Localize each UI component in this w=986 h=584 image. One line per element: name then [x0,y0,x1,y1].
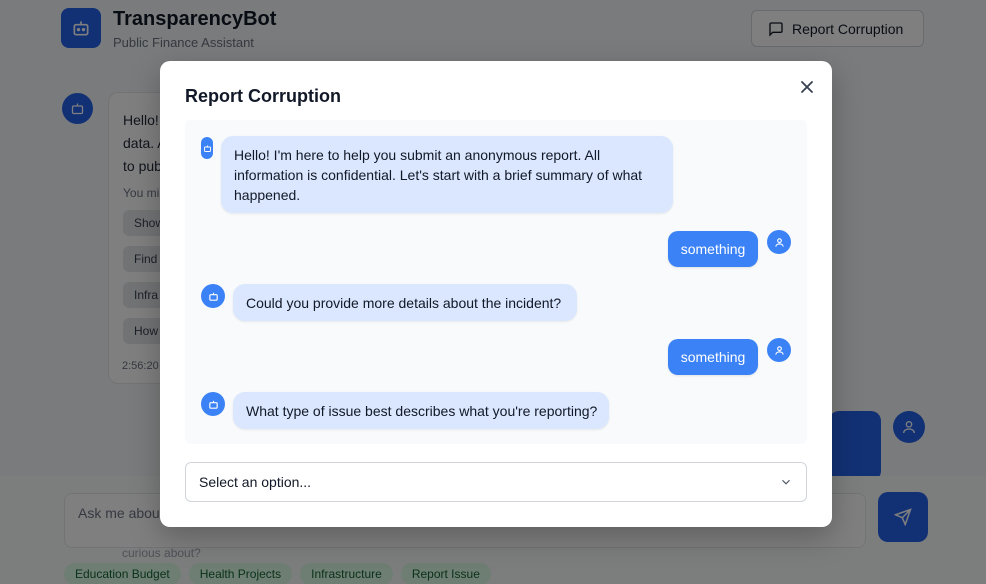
user-message: something [668,339,758,375]
bot-avatar-icon [201,392,225,416]
user-avatar-icon [767,230,791,254]
close-icon[interactable] [797,77,817,97]
report-chat-area[interactable]: Hello! I'm here to help you submit an an… [185,120,807,444]
bot-message: What type of issue best describes what y… [233,392,609,429]
bot-message: Could you provide more details about the… [233,284,577,321]
modal-title: Report Corruption [185,86,341,106]
bot-avatar-icon [201,137,213,159]
select-value: Select an option... [199,474,312,490]
bot-avatar-icon [201,284,225,308]
user-avatar-icon [767,338,791,362]
issue-type-select[interactable]: Select an option... [185,462,807,502]
user-message: something [668,231,758,267]
chevron-down-icon [782,479,790,485]
bot-message: Hello! I'm here to help you submit an an… [221,136,673,213]
report-corruption-modal: Report Corruption Hello! I'm here to hel… [160,61,832,527]
